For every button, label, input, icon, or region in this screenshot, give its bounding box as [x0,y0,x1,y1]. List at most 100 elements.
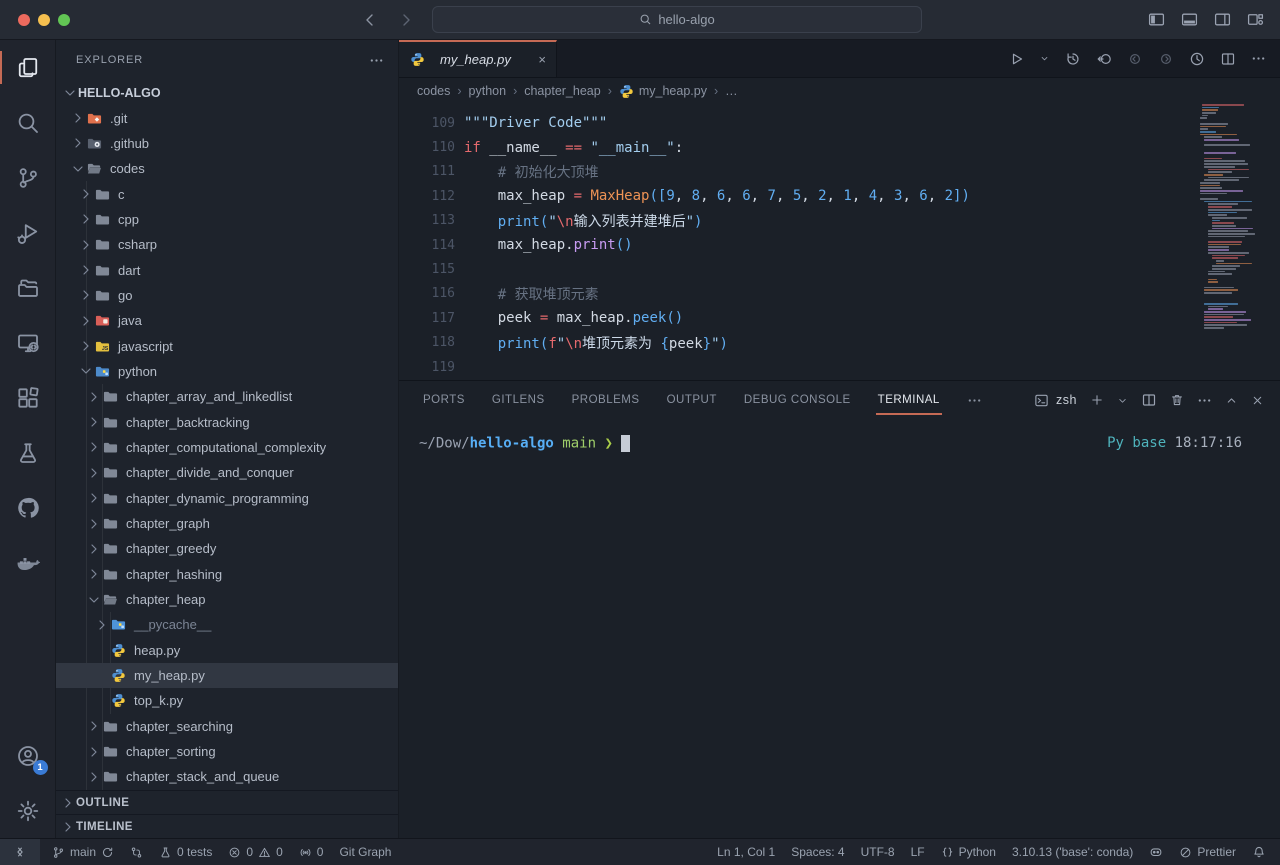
activity-search[interactable] [0,95,56,150]
folder-item-chapter-divide-and-conquer[interactable]: chapter_divide_and_conquer [56,460,398,485]
panel-tabs-more-icon[interactable] [967,393,982,408]
run-button[interactable] [1008,51,1024,67]
folder-item-chapter-backtracking[interactable]: chapter_backtracking [56,409,398,434]
code-editor[interactable]: 109"""Driver Code"""110if __name__ == "_… [399,104,1280,380]
folder-item-javascript[interactable]: JSjavascript [56,333,398,358]
folder-item--github[interactable]: .github [56,131,398,156]
split-terminal-icon[interactable] [1141,392,1157,408]
command-center-search[interactable]: hello-algo [432,6,922,33]
toggle-panel-icon[interactable] [1181,11,1198,28]
folder-item--git[interactable]: .git [56,105,398,130]
panel-tab-gitlens[interactable]: GITLENS [492,394,545,406]
status-language-mode[interactable]: Python [933,839,1004,865]
activity-github[interactable] [0,480,56,535]
navigate-forward-icon[interactable] [398,12,414,28]
terminal[interactable]: ~/Dow/hello-algo main ❯ Py base 18:17:16 [399,419,1280,838]
panel-tab-problems[interactable]: PROBLEMS [572,394,640,406]
maximize-panel-icon[interactable] [1225,394,1238,407]
status-encoding[interactable]: UTF-8 [853,839,903,865]
status-indentation[interactable]: Spaces: 4 [783,839,852,865]
breadcrumb-item-chapter-heap[interactable]: chapter_heap [524,84,600,98]
navigate-back-icon[interactable] [362,12,378,28]
explorer-more-actions-icon[interactable] [369,53,384,68]
editor-more-actions-icon[interactable] [1251,51,1266,66]
folder-item-csharp[interactable]: csharp [56,232,398,257]
activity-testing[interactable] [0,425,56,480]
status-cursor-position[interactable]: Ln 1, Col 1 [709,839,783,865]
close-panel-icon[interactable] [1251,394,1264,407]
terminal-dropdown-icon[interactable] [1117,395,1128,406]
section-timeline[interactable]: TIMELINE [56,814,398,838]
next-change-icon[interactable] [1158,51,1174,67]
folder-item-codes[interactable]: codes [56,156,398,181]
zoom-window-button[interactable] [58,14,70,26]
folder-item-cpp[interactable]: cpp [56,207,398,232]
toggle-secondary-sidebar-icon[interactable] [1214,11,1231,28]
status-eol[interactable]: LF [903,839,933,865]
terminal-more-actions-icon[interactable] [1197,393,1212,408]
tab-my-heap-py[interactable]: my_heap.py × [399,40,557,77]
folder-item-chapter-stack-and-queue[interactable]: chapter_stack_and_queue [56,764,398,789]
status-git-branch[interactable]: main [44,839,122,865]
close-window-button[interactable] [18,14,30,26]
status-source-control-compare[interactable] [122,839,151,865]
gitlens-graph-icon[interactable] [1189,51,1205,67]
panel-tab-output[interactable]: OUTPUT [667,394,717,406]
activity-source-control[interactable] [0,150,56,205]
folder-item-chapter-searching[interactable]: chapter_searching [56,714,398,739]
status-git-graph[interactable]: Git Graph [331,839,399,865]
activity-settings[interactable] [0,783,56,838]
file-item-my-heap-py[interactable]: my_heap.py [56,663,398,688]
folder-item-chapter-array-and-linkedlist[interactable]: chapter_array_and_linkedlist [56,384,398,409]
activity-remote-explorer[interactable] [0,315,56,370]
folder-item-chapter-greedy[interactable]: chapter_greedy [56,536,398,561]
new-terminal-icon[interactable] [1090,393,1104,407]
prev-change-icon[interactable] [1127,51,1143,67]
folder-item-python[interactable]: python [56,359,398,384]
folder-item-chapter-dynamic-programming[interactable]: chapter_dynamic_programming [56,486,398,511]
status-python-interpreter[interactable]: 3.10.13 ('base': conda) [1004,839,1141,865]
folder-item-chapter-graph[interactable]: chapter_graph [56,511,398,536]
activity-accounts[interactable]: 1 [0,728,56,783]
folder-item-chapter-computational-complexity[interactable]: chapter_computational_complexity [56,435,398,460]
status-ports[interactable]: 0 [291,839,332,865]
split-editor-icon[interactable] [1220,51,1236,67]
folder-item-hello-algo[interactable]: HELLO-ALGO [56,80,398,105]
remote-indicator[interactable] [0,839,40,865]
customize-layout-icon[interactable] [1247,11,1264,28]
folder-item-dart[interactable]: dart [56,257,398,282]
folder-item-chapter-sorting[interactable]: chapter_sorting [56,739,398,764]
folder-item-chapter-hashing[interactable]: chapter_hashing [56,562,398,587]
folder-item-java[interactable]: java [56,308,398,333]
activity-extensions[interactable] [0,370,56,425]
status-problems[interactable]: 00 [220,839,290,865]
status-tests[interactable]: 0 tests [151,839,220,865]
folder-item-c[interactable]: c [56,181,398,206]
close-tab-icon[interactable]: × [538,52,546,67]
toggle-sidebar-icon[interactable] [1148,11,1165,28]
status-notifications[interactable] [1244,839,1274,865]
kill-terminal-icon[interactable] [1170,393,1184,407]
folder-item-chapter-heap[interactable]: chapter_heap [56,587,398,612]
breadcrumb-item--[interactable]: … [725,84,738,98]
navigate-back-edit-icon[interactable] [1096,51,1112,67]
activity-explorer[interactable] [0,40,56,95]
minimap[interactable] [1200,104,1264,330]
breadcrumb-item-codes[interactable]: codes [417,84,450,98]
section-outline[interactable]: OUTLINE [56,790,398,814]
file-item-heap-py[interactable]: heap.py [56,638,398,663]
activity-docker[interactable] [0,535,56,590]
panel-tab-ports[interactable]: PORTS [423,394,465,406]
panel-tab-terminal[interactable]: TERMINAL [878,394,940,406]
activity-folders[interactable] [0,260,56,315]
activity-run-and-debug[interactable] [0,205,56,260]
status-copilot[interactable] [1141,839,1171,865]
folder-item-go[interactable]: go [56,283,398,308]
breadcrumb-item-my-heap-py[interactable]: my_heap.py [619,84,707,99]
panel-tab-debug-console[interactable]: DEBUG CONSOLE [744,394,851,406]
run-dropdown-icon[interactable] [1039,53,1050,64]
folder-item--pycache-[interactable]: __pycache__ [56,612,398,637]
timeline-history-icon[interactable] [1065,51,1081,67]
breadcrumb-item-python[interactable]: python [469,84,507,98]
file-item-top-k-py[interactable]: top_k.py [56,688,398,713]
